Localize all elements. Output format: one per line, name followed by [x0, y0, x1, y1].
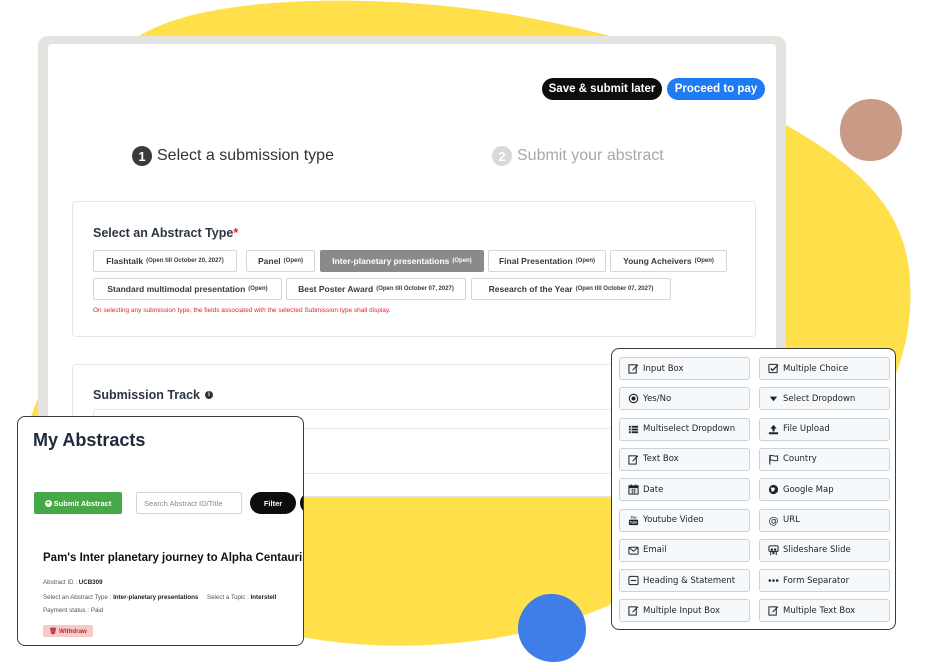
field-type-label: Input Box [643, 363, 684, 374]
blue-circle-decoration [518, 593, 586, 663]
trash-icon: 🗑 [49, 628, 58, 635]
field-type-label: URL [783, 515, 800, 525]
abstract-type-meta: Select an Abstract Type : Inter-planetar… [43, 594, 277, 601]
step-2[interactable]: 2 Submit your abstract [492, 146, 664, 166]
chip-final-presentation[interactable]: Final Presentation (Open) [488, 250, 606, 272]
field-type-label: Google Map [783, 484, 834, 495]
field-type-email[interactable]: Email [619, 538, 750, 562]
my-abstracts-title: My Abstracts [33, 430, 146, 450]
field-type-date[interactable]: Date [619, 478, 750, 502]
svg-text:Tube: Tube [629, 520, 637, 524]
abstract-type-panel: Select an Abstract Type* Flashtalk (Open … [72, 201, 756, 337]
chip-standard-multimodal[interactable]: Standard multimodal presentation (Open) [93, 278, 282, 300]
field-type-label: Multiple Choice [783, 363, 849, 374]
proceed-to-pay-button[interactable]: Proceed to pay [667, 78, 765, 100]
caret-down-icon [767, 393, 779, 405]
field-type-label: File Upload [783, 424, 830, 435]
search-abstract-input[interactable]: Search Abstract ID/Title [136, 492, 242, 514]
field-type-multiselect-dropdown[interactable]: Multiselect Dropdown [619, 417, 750, 441]
step-number-2: 2 [492, 146, 512, 166]
chip-best-poster[interactable]: Best Poster Award (Open till October 07, … [286, 278, 466, 300]
field-type-multiple-choice[interactable]: Multiple Choice [759, 357, 890, 380]
chip-panel[interactable]: Panel (Open) [246, 250, 315, 272]
my-abstracts-card: My Abstracts + Submit Abstract Search Ab… [17, 416, 304, 646]
field-type-label: Form Separator [783, 575, 850, 586]
calendar-icon [627, 484, 639, 496]
withdraw-button[interactable]: 🗑 Withdraw [43, 625, 93, 637]
step-label-1: Select a submission type [157, 147, 334, 164]
field-type-url[interactable]: @ URL [759, 508, 890, 532]
field-type-multiple-input-box[interactable]: Multiple Input Box [619, 599, 750, 623]
payment-status: Payment status : Paid [43, 607, 104, 614]
field-type-heading-statement[interactable]: Heading & Statement [619, 569, 750, 593]
field-type-yes-no[interactable]: Yes/No [619, 387, 750, 411]
field-type-country[interactable]: Country [759, 447, 890, 471]
field-types-palette: Input Box Multiple Choice Yes/No Select Dro… [611, 348, 896, 630]
svg-text:You: You [630, 515, 636, 519]
chip-flashtalk[interactable]: Flashtalk (Open till October 20, 2027) [93, 250, 237, 272]
edit-icon [627, 605, 639, 617]
at-icon: @ [767, 514, 779, 526]
field-type-label: Yes/No [643, 393, 672, 404]
youtube-icon: You Tube [627, 514, 639, 526]
heading-icon [627, 575, 639, 587]
field-type-label: Slideshare Slide [783, 545, 851, 556]
field-type-label: Email [643, 545, 667, 556]
field-type-label: Date [643, 484, 664, 495]
field-type-multiple-text-box[interactable]: Multiple Text Box [759, 599, 890, 623]
radio-icon [627, 393, 639, 405]
field-type-google-map[interactable]: Google Map [759, 478, 890, 502]
submission-track-title: Submission Track i [93, 388, 213, 402]
svg-text:@: @ [768, 516, 778, 526]
field-type-label: Multiple Input Box [643, 605, 720, 616]
tan-circle-decoration [839, 99, 903, 162]
save-submit-later-button[interactable]: Save & submit later [542, 78, 662, 100]
chip-research-of-year[interactable]: Research of the Year (Open till October 0… [471, 278, 671, 300]
abstract-type-title: Select an Abstract Type* [93, 226, 239, 240]
step-1[interactable]: 1 Select a submission type [132, 146, 334, 166]
edit-icon [627, 453, 639, 465]
abstract-item-title[interactable]: Pam's Inter planetary journey to Alpha C… [43, 552, 302, 564]
field-type-label: Heading & Statement [643, 575, 736, 586]
edit-icon [767, 605, 779, 617]
step-number-1: 1 [132, 146, 152, 166]
submission-type-note: On selecting any submission type, the fi… [93, 307, 391, 314]
abstract-id: Abstract ID : UCB309 [43, 579, 103, 586]
upload-icon [767, 423, 779, 435]
list-icon [627, 423, 639, 435]
checkbox-icon [767, 363, 779, 375]
more-button[interactable] [300, 492, 303, 514]
field-type-label: Text Box [643, 454, 679, 465]
filter-button[interactable]: Filter [250, 492, 296, 514]
info-icon[interactable]: i [204, 391, 213, 399]
flag-icon [767, 453, 779, 465]
step-label-2: Submit your abstract [517, 147, 664, 164]
plus-circle-icon: + [44, 499, 52, 507]
field-type-label: Multiple Text Box [783, 605, 856, 616]
submit-abstract-button[interactable]: + Submit Abstract [34, 492, 122, 514]
field-type-youtube-video[interactable]: You Tube Youtube Video [619, 508, 750, 532]
edit-icon [627, 363, 639, 375]
ellipsis-icon [767, 575, 779, 587]
field-type-text-box[interactable]: Text Box [619, 447, 750, 471]
field-type-label: Youtube Video [643, 515, 704, 525]
field-type-form-separator[interactable]: Form Separator [759, 569, 890, 593]
field-type-label: Select Dropdown [783, 393, 856, 404]
required-mark: * [233, 226, 239, 240]
field-type-file-upload[interactable]: File Upload [759, 417, 890, 441]
field-type-select-dropdown[interactable]: Select Dropdown [759, 387, 890, 411]
field-type-input-box[interactable]: Input Box [619, 357, 750, 380]
field-type-label: Country [783, 454, 817, 465]
envelope-icon [627, 544, 639, 556]
globe-icon [767, 484, 779, 496]
chip-young-achievers[interactable]: Young Acheivers (Open) [610, 250, 727, 272]
chip-inter-planetary[interactable]: Inter-planetary presentations (Open) [320, 250, 484, 272]
field-type-slideshare-slide[interactable]: Slideshare Slide [759, 538, 890, 562]
slideshare-icon [767, 544, 779, 556]
field-type-label: Multiselect Dropdown [643, 424, 736, 435]
